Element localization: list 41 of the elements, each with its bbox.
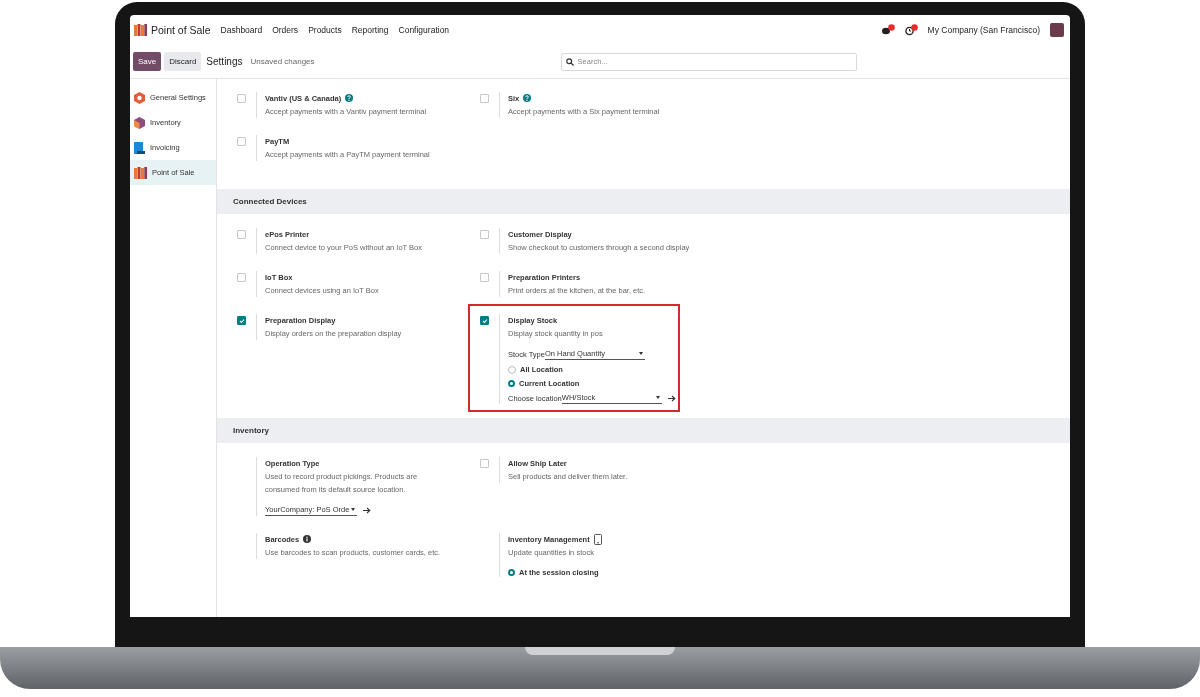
checkbox[interactable] [237, 316, 246, 325]
menu-item[interactable]: Configuration [398, 25, 450, 35]
checkbox[interactable] [480, 273, 489, 282]
menu-item[interactable]: Reporting [351, 25, 389, 35]
menu-item[interactable]: Orders [272, 25, 299, 35]
radio-button[interactable] [508, 380, 515, 387]
page-title: Settings [206, 56, 243, 67]
chat-icon[interactable] [881, 24, 895, 36]
checkbox[interactable] [237, 230, 246, 239]
checkbox[interactable] [480, 316, 489, 325]
checkbox[interactable] [480, 230, 489, 239]
checkbox[interactable] [237, 94, 246, 103]
discard-button[interactable]: Discard [164, 52, 202, 71]
box-icon [134, 116, 145, 129]
info-icon[interactable] [303, 535, 312, 543]
gear-icon [134, 91, 145, 104]
radio-button[interactable] [508, 365, 516, 374]
invoice-icon [134, 141, 145, 154]
caret-icon [655, 396, 660, 399]
checkbox[interactable] [480, 94, 489, 103]
section-header: Inventory [217, 418, 1070, 443]
help-icon[interactable] [523, 94, 532, 102]
app-logo-icon [134, 166, 147, 179]
checkbox[interactable] [237, 137, 246, 146]
section-header: Connected Devices [217, 189, 1070, 214]
menu-item[interactable]: Products [308, 25, 342, 35]
menu-item[interactable]: Dashboard [220, 25, 263, 35]
clock-icon[interactable] [904, 24, 918, 36]
app-name[interactable]: Point of Sale [151, 24, 211, 36]
company-name[interactable]: My Company (San Francisco) [927, 25, 1040, 35]
radio-button[interactable] [508, 569, 515, 576]
checkbox[interactable] [237, 273, 246, 282]
arrow-right-icon[interactable] [667, 395, 676, 402]
caret-icon [351, 508, 356, 511]
arrow-right-icon[interactable] [363, 507, 372, 514]
save-button[interactable]: Save [133, 52, 162, 71]
help-icon[interactable] [345, 94, 354, 102]
app-logo-icon [134, 24, 147, 36]
caret-icon [638, 352, 643, 355]
unsaved-status: Unsaved changes [250, 57, 315, 66]
checkbox[interactable] [480, 459, 489, 468]
